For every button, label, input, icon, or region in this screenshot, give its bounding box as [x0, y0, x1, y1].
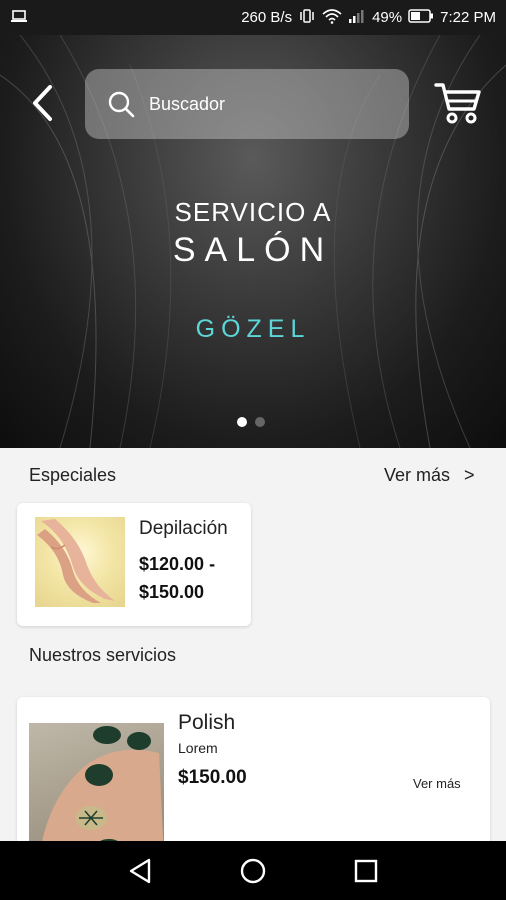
cart-icon — [434, 83, 481, 124]
laptop-icon — [10, 9, 28, 26]
battery-icon — [408, 9, 434, 26]
chevron-right-icon: > — [464, 465, 475, 485]
nav-recents-button[interactable] — [350, 855, 382, 887]
circle-home-icon — [240, 858, 266, 884]
search-icon — [108, 91, 135, 118]
hero-title-line2: SALÓN — [172, 231, 334, 269]
search-placeholder: Buscador — [149, 93, 226, 114]
special-card[interactable]: Depilación $120.00 - $150.00 — [17, 503, 251, 626]
services-heading: Nuestros servicios — [29, 645, 177, 665]
chevron-left-icon — [33, 85, 52, 121]
cart-button[interactable] — [434, 81, 482, 125]
carousel-dot[interactable] — [255, 417, 265, 427]
specials-heading: Especiales — [29, 465, 117, 485]
wifi-icon — [322, 8, 342, 27]
nav-back-button[interactable] — [125, 855, 157, 887]
service-image — [29, 723, 164, 857]
service-card[interactable]: Polish Lorem $150.00 Ver más — [17, 697, 490, 857]
triangle-back-icon — [129, 858, 151, 884]
carousel-indicator — [237, 417, 265, 427]
nav-home-button[interactable] — [237, 855, 269, 887]
hero-title-line1: SERVICIO A — [174, 197, 332, 227]
specials-see-more-link[interactable]: Ver más > — [384, 465, 475, 486]
search-input[interactable]: Buscador — [85, 69, 409, 139]
system-nav-bar — [0, 841, 506, 900]
carousel-dot-active[interactable] — [237, 417, 247, 427]
special-price: $120.00 - $150.00 — [139, 550, 215, 606]
special-price-line1: $120.00 - — [139, 554, 216, 574]
hero-banner[interactable]: Buscador SERVICIO A SALÓN GÖZEL — [0, 35, 506, 448]
network-speed: 260 B/s — [241, 9, 293, 26]
vibrate-icon — [298, 8, 316, 27]
service-name: Polish — [178, 711, 236, 734]
service-price: $150.00 — [178, 767, 247, 788]
back-button[interactable] — [28, 83, 60, 123]
special-price-line2: $150.00 — [139, 582, 205, 602]
battery-percent: 49% — [372, 9, 403, 26]
service-see-more-link[interactable]: Ver más — [413, 776, 461, 791]
hero-brand: GÖZEL — [195, 315, 311, 343]
special-image — [35, 517, 125, 607]
special-name: Depilación — [139, 518, 228, 539]
square-recents-icon — [354, 859, 378, 883]
status-bar: 260 B/s 49% 7:22 PM — [0, 0, 506, 35]
see-more-label: Ver más — [384, 465, 451, 485]
clock: 7:22 PM — [440, 9, 496, 26]
service-description: Lorem — [178, 740, 218, 756]
signal-icon — [348, 9, 366, 26]
